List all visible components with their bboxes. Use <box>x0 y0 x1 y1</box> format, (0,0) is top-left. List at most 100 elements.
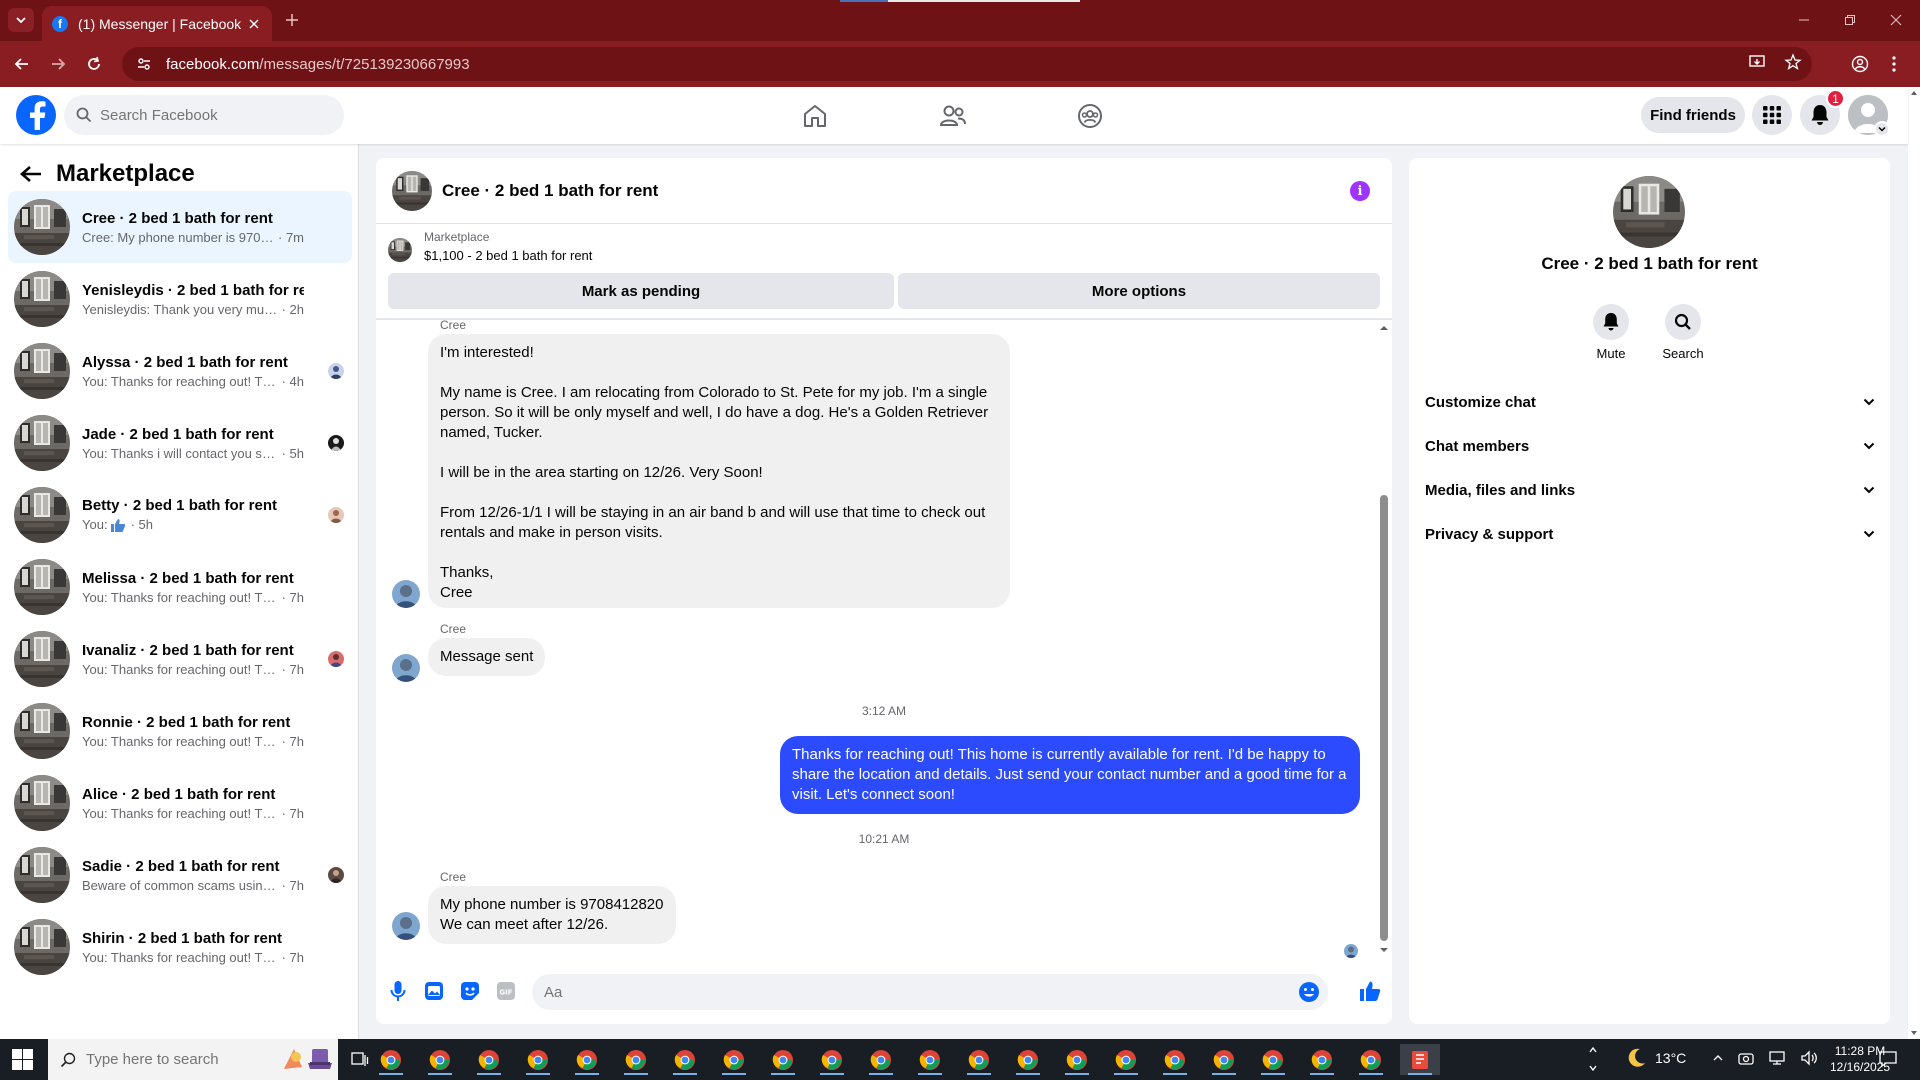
sticker-button[interactable] <box>458 979 482 1003</box>
message-input[interactable] <box>544 983 1284 1001</box>
message-input-box[interactable] <box>532 974 1328 1010</box>
taskbar-app-chrome[interactable] <box>910 1044 950 1075</box>
weather-widget[interactable]: 13°C <box>1625 1047 1686 1069</box>
site-info-icon[interactable] <box>134 54 154 74</box>
back-to-chats-button[interactable] <box>18 161 44 187</box>
taskbar-app-chrome[interactable] <box>518 1044 558 1075</box>
taskbar-overflow-chevron-icon[interactable] <box>1588 1044 1598 1074</box>
chat-details-avatar[interactable] <box>1613 176 1685 248</box>
reload-button[interactable] <box>82 52 106 76</box>
page-scrollbar[interactable] <box>1908 87 1920 1039</box>
taskbar-app-chrome[interactable] <box>1106 1044 1146 1075</box>
close-tab-icon[interactable] <box>246 16 262 32</box>
taskbar-app-chrome[interactable] <box>665 1044 705 1075</box>
send-like-button[interactable] <box>1358 979 1382 1003</box>
search-in-conversation-button[interactable]: Search <box>1653 304 1713 361</box>
chat-item-alice[interactable]: Alice · 2 bed 1 bath for rent You: Thank… <box>8 767 352 839</box>
taskbar-app-pinned-active[interactable] <box>1400 1044 1440 1075</box>
taskbar-app-chrome[interactable] <box>861 1044 901 1075</box>
notification-center-icon[interactable] <box>1878 1049 1898 1069</box>
back-button[interactable] <box>10 52 34 76</box>
address-bar[interactable]: facebook.com/messages/t/725139230667993 <box>122 47 1812 81</box>
conversation-info-icon[interactable]: i <box>1350 181 1370 201</box>
new-tab-button[interactable] <box>282 10 302 30</box>
tab-search-button[interactable] <box>8 8 34 32</box>
minimize-button[interactable] <box>1794 10 1814 30</box>
scrollbar-thumb[interactable] <box>1380 495 1388 941</box>
facebook-search-input[interactable] <box>100 106 320 124</box>
customize-chat-section[interactable]: Customize chat <box>1425 380 1875 424</box>
chat-item-cree[interactable]: Cree · 2 bed 1 bath for rent Cree: My ph… <box>8 191 352 263</box>
incoming-message[interactable]: Message sent <box>428 638 546 676</box>
taskbar-search-input[interactable] <box>86 1051 266 1068</box>
taskbar-app-chrome[interactable] <box>420 1044 460 1075</box>
browser-tab-messenger[interactable]: f (1) Messenger | Facebook <box>42 6 272 41</box>
taskbar-app-chrome[interactable] <box>1253 1044 1293 1075</box>
menu-grid-button[interactable] <box>1752 95 1792 135</box>
sender-avatar[interactable] <box>392 912 420 940</box>
conversation-title[interactable]: Cree · 2 bed 1 bath for rent <box>442 181 658 201</box>
volume-icon[interactable] <box>1800 1049 1818 1067</box>
chat-item-shirin[interactable]: Shirin · 2 bed 1 bath for rent You: Than… <box>8 911 352 983</box>
facebook-logo-icon[interactable] <box>16 95 56 135</box>
listing-banner[interactable]: Marketplace $1,100 - 2 bed 1 bath for re… <box>388 230 592 263</box>
browser-profile-button[interactable] <box>1848 52 1872 76</box>
conversation-scrollbar[interactable] <box>1378 323 1390 955</box>
chat-item-ivanaliz[interactable]: Ivanaliz · 2 bed 1 bath for rent You: Th… <box>8 623 352 695</box>
find-friends-button[interactable]: Find friends <box>1641 97 1745 133</box>
restore-button[interactable] <box>1840 10 1860 30</box>
chat-item-sadie[interactable]: Sadie · 2 bed 1 bath for rent Beware of … <box>8 839 352 911</box>
mark-as-pending-button[interactable]: Mark as pending <box>388 273 894 309</box>
privacy-support-section[interactable]: Privacy & support <box>1425 512 1875 556</box>
more-options-button[interactable]: More options <box>898 273 1380 309</box>
chat-item-yenisleydis[interactable]: Yenisleydis · 2 bed 1 bath for rent Yeni… <box>8 263 352 335</box>
task-view-button[interactable] <box>348 1047 372 1071</box>
voice-clip-button[interactable] <box>386 979 410 1003</box>
close-window-button[interactable] <box>1886 10 1906 30</box>
incoming-message[interactable]: I'm interested! My name is Cree. I am re… <box>428 334 1010 608</box>
facebook-search-box[interactable] <box>64 95 344 135</box>
media-files-links-section[interactable]: Media, files and links <box>1425 468 1875 512</box>
taskbar-app-chrome[interactable] <box>1008 1044 1048 1075</box>
chat-members-section[interactable]: Chat members <box>1425 424 1875 468</box>
taskbar-app-chrome[interactable] <box>1155 1044 1195 1075</box>
taskbar-app-chrome[interactable] <box>1351 1044 1391 1075</box>
chat-item-melissa[interactable]: Melissa · 2 bed 1 bath for rent You: Tha… <box>8 551 352 623</box>
chat-item-jade[interactable]: Jade · 2 bed 1 bath for rent You: Thanks… <box>8 407 352 479</box>
mute-button[interactable]: Mute <box>1581 304 1641 361</box>
attach-photo-button[interactable] <box>422 979 446 1003</box>
taskbar-app-chrome[interactable] <box>959 1044 999 1075</box>
chat-item-alyssa[interactable]: Alyssa · 2 bed 1 bath for rent You: Than… <box>8 335 352 407</box>
camera-icon[interactable] <box>1738 1049 1754 1067</box>
nav-groups[interactable] <box>1035 95 1145 137</box>
nav-home[interactable] <box>760 95 870 137</box>
taskbar-search-box[interactable] <box>48 1039 338 1080</box>
tray-expand-chevron-icon[interactable] <box>1712 1049 1724 1067</box>
sender-avatar[interactable] <box>392 654 420 682</box>
taskbar-app-chrome[interactable] <box>567 1044 607 1075</box>
chat-item-betty[interactable]: Betty · 2 bed 1 bath for rent You: · 5h <box>8 479 352 551</box>
browser-menu-button[interactable] <box>1882 52 1906 76</box>
taskbar-app-chrome[interactable] <box>1057 1044 1097 1075</box>
chat-item-ronnie[interactable]: Ronnie · 2 bed 1 bath for rent You: Than… <box>8 695 352 767</box>
taskbar-app-chrome[interactable] <box>616 1044 656 1075</box>
account-menu-chevron-icon[interactable] <box>1874 121 1890 137</box>
windows-start-button[interactable] <box>12 1049 33 1070</box>
taskbar-app-chrome[interactable] <box>763 1044 803 1075</box>
network-icon[interactable] <box>1768 1049 1786 1067</box>
nav-friends[interactable] <box>898 95 1008 137</box>
bookmark-star-icon[interactable] <box>1784 53 1802 71</box>
taskbar-app-chrome[interactable] <box>371 1044 411 1075</box>
emoji-picker-icon[interactable] <box>1298 981 1320 1003</box>
conversation-avatar[interactable] <box>392 171 432 211</box>
install-app-icon[interactable] <box>1748 53 1766 71</box>
taskbar-app-chrome[interactable] <box>469 1044 509 1075</box>
gif-button[interactable]: GIF <box>494 979 518 1003</box>
taskbar-app-chrome[interactable] <box>714 1044 754 1075</box>
sender-avatar[interactable] <box>392 580 420 608</box>
forward-button[interactable] <box>46 52 70 76</box>
outgoing-message[interactable]: Thanks for reaching out! This home is cu… <box>780 736 1360 814</box>
taskbar-app-chrome[interactable] <box>812 1044 852 1075</box>
incoming-message[interactable]: My phone number is 9708412820 We can mee… <box>428 886 676 944</box>
taskbar-app-chrome[interactable] <box>1302 1044 1342 1075</box>
